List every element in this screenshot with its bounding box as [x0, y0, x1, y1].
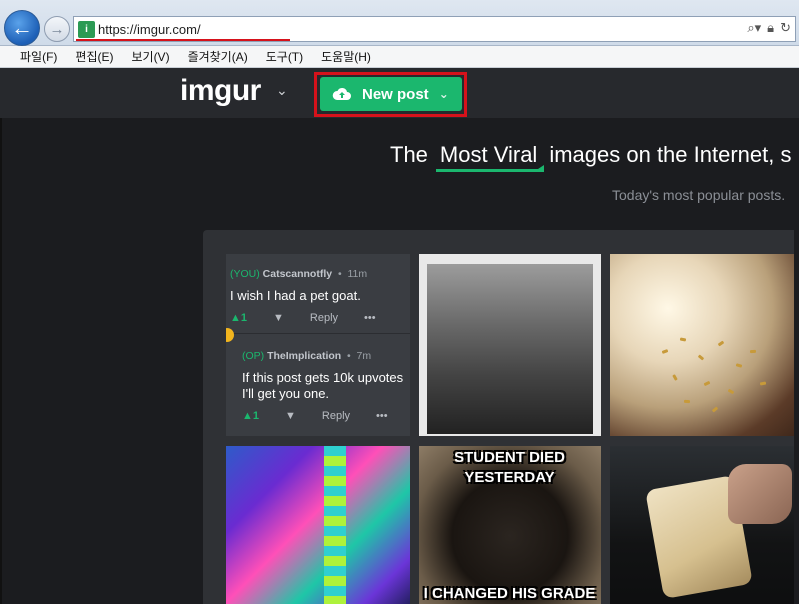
comment-tag: (OP)	[242, 350, 265, 362]
comment-text: I wish I had a pet goat.	[230, 288, 361, 303]
gallery-tile-bullets[interactable]	[610, 254, 799, 436]
menu-tools[interactable]: 도구(T)	[266, 48, 303, 65]
comment-actions: ▲1 ▼ Reply •••	[242, 410, 410, 422]
neon-pole	[324, 446, 346, 604]
comment-author[interactable]: TheImplication	[267, 350, 341, 362]
gallery-tile-bear-meme[interactable]: STUDENT DIED YESTERDAY I CHANGED HIS GRA…	[419, 446, 601, 604]
downvote-icon[interactable]: ▼	[285, 410, 296, 422]
meme-top-text: STUDENT DIED YESTERDAY	[454, 449, 565, 486]
upvote-icon[interactable]: ▲1	[242, 410, 259, 422]
reply-button[interactable]: Reply	[322, 410, 350, 422]
hero-suffix: images on the Internet, s	[549, 142, 792, 167]
address-url[interactable]: https://imgur.com/	[98, 22, 201, 37]
gallery-tile-comments[interactable]: (YOU) Catscannotfly • 11m I wish I had a…	[226, 254, 410, 436]
url-underline-annotation	[76, 39, 290, 41]
meme-bottom-text: I CHANGED HIS GRADE	[423, 585, 596, 602]
hero-headline: The Most Viral images on the Internet, s	[390, 142, 791, 168]
comment-item: (YOU) Catscannotfly • 11m I wish I had a…	[230, 268, 410, 324]
lock-icon[interactable]: 🔒︎	[767, 20, 774, 36]
vote-count: 1	[240, 312, 248, 324]
menu-view[interactable]: 보기(V)	[131, 48, 169, 65]
imgur-favicon-icon: i	[78, 21, 95, 38]
refresh-icon[interactable]: ↻	[780, 20, 791, 36]
address-bar[interactable]: i https://imgur.com/ ⌕▾ 🔒︎ ↻	[73, 16, 796, 42]
comment-time: 7m	[356, 350, 372, 362]
browser-chrome: ← → i https://imgur.com/ ⌕▾ 🔒︎ ↻	[0, 0, 799, 46]
neon-kid-image	[226, 446, 410, 604]
goat-photo-image	[427, 264, 593, 434]
back-arrow-icon[interactable]: ←	[4, 10, 40, 46]
bullets-image	[610, 254, 799, 436]
menu-help[interactable]: 도움말(H)	[321, 48, 371, 65]
imgur-page: imgur ⌄ New post ⌄ The Most Viral images…	[0, 68, 799, 604]
imgur-logo[interactable]: imgur	[180, 74, 261, 108]
gallery-tile-robot[interactable]	[610, 446, 799, 604]
upvote-icon[interactable]: ▲1	[230, 312, 247, 324]
search-icon[interactable]: ⌕▾	[747, 20, 761, 36]
new-post-label: New post	[362, 85, 429, 103]
chevron-down-icon[interactable]: ⌄	[276, 82, 288, 99]
comment-tag: (YOU)	[230, 268, 260, 280]
gallery-tile-neon-kid[interactable]	[226, 446, 410, 604]
reply-button[interactable]: Reply	[310, 312, 338, 324]
site-header: imgur ⌄ New post ⌄	[0, 68, 799, 118]
vote-count: 1	[252, 410, 260, 422]
forward-arrow-icon[interactable]: →	[44, 16, 70, 42]
comment-divider	[226, 333, 410, 334]
avatar	[226, 328, 234, 342]
hero-underline	[436, 165, 544, 172]
more-options-icon[interactable]: •••	[364, 312, 376, 324]
hero-subtitle: Today's most popular posts.	[612, 187, 786, 203]
downvote-icon[interactable]: ▼	[273, 312, 284, 324]
comment-text: If this post gets 10k upvotes I'll get y…	[242, 370, 404, 401]
more-options-icon[interactable]: •••	[376, 410, 388, 422]
hand-shape	[728, 464, 792, 524]
browser-menubar: 파일(F) 편집(E) 보기(V) 즐겨찾기(A) 도구(T) 도움말(H)	[0, 46, 799, 68]
comment-item: (OP) TheImplication • 7m If this post ge…	[242, 350, 410, 422]
comment-meta: (OP) TheImplication • 7m	[242, 350, 372, 362]
comment-meta: (YOU) Catscannotfly • 11m	[230, 268, 368, 280]
menu-edit[interactable]: 편집(E)	[75, 48, 113, 65]
gallery-tile-goat-photo[interactable]	[419, 254, 601, 436]
left-edge	[0, 118, 2, 604]
chevron-down-icon[interactable]: ⌄	[439, 87, 449, 101]
comment-actions: ▲1 ▼ Reply •••	[230, 312, 410, 324]
address-tools: ⌕▾ 🔒︎ ↻	[747, 20, 791, 36]
comment-time: 11m	[347, 268, 368, 280]
hero-prefix: The	[390, 142, 428, 167]
hero-highlight[interactable]: Most Viral	[436, 142, 541, 168]
gallery-panel: (YOU) Catscannotfly • 11m I wish I had a…	[203, 230, 799, 604]
menu-favorites[interactable]: 즐겨찾기(A)	[188, 48, 248, 65]
cloud-upload-icon	[332, 87, 351, 100]
new-post-button[interactable]: New post ⌄	[320, 77, 462, 111]
comment-author[interactable]: Catscannotfly	[263, 268, 332, 280]
menu-file[interactable]: 파일(F)	[20, 48, 57, 65]
page-right-edge	[794, 118, 799, 604]
